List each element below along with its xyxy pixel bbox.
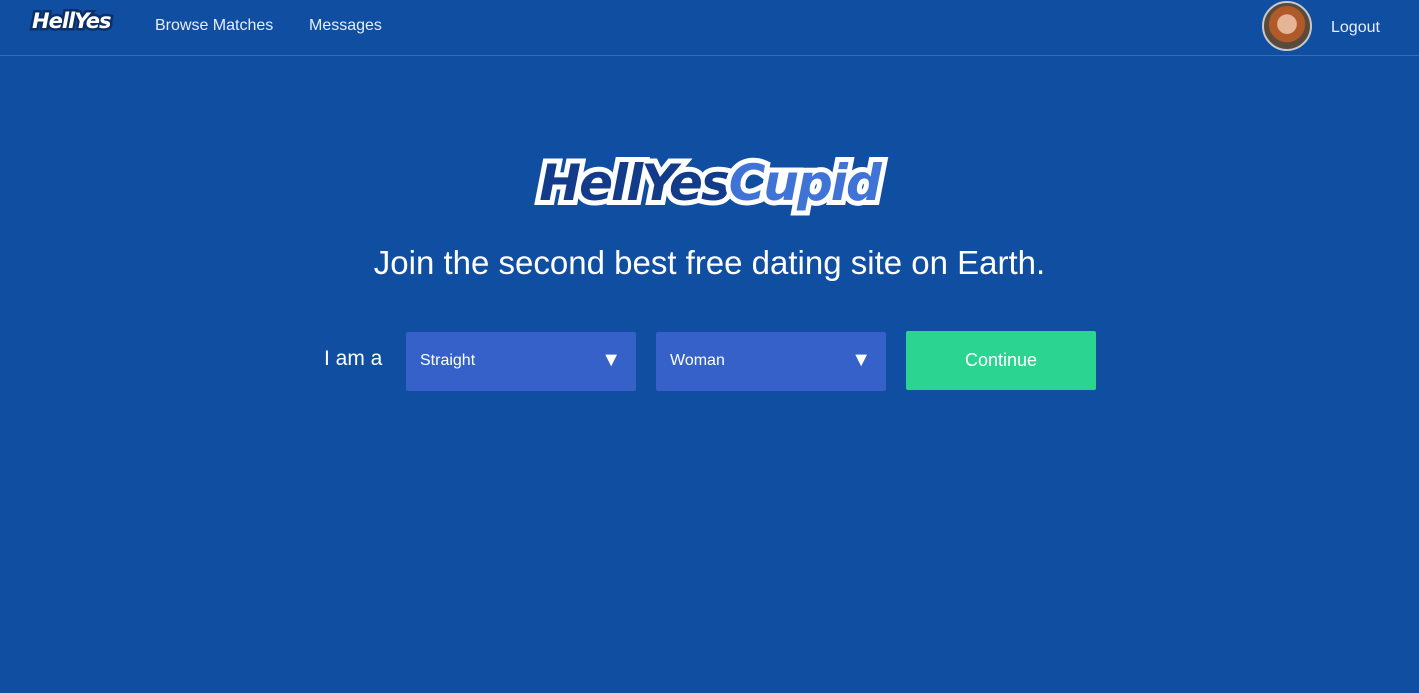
gender-select[interactable]: Woman ▼ xyxy=(656,332,886,391)
caret-down-icon: ▼ xyxy=(601,349,621,371)
nav-browse-matches-link[interactable]: Browse Matches xyxy=(155,17,273,35)
hero-logo: HellYesCupid xyxy=(0,149,1419,217)
i-am-a-label: I am a xyxy=(324,347,383,370)
top-navbar: HellYes Browse Matches Messages Logout xyxy=(0,0,1419,56)
user-avatar[interactable] xyxy=(1262,1,1312,51)
logout-link[interactable]: Logout xyxy=(1331,19,1380,37)
hero-logo-hellyes: HellYes xyxy=(534,149,735,217)
signup-form: I am a Straight ▼ Woman ▼ Continue xyxy=(0,331,1419,391)
nav-logo[interactable]: HellYes xyxy=(29,7,114,36)
hero-logo-cupid: Cupid xyxy=(724,149,887,217)
orientation-value: Straight xyxy=(420,352,476,369)
orientation-select[interactable]: Straight ▼ xyxy=(406,332,636,391)
gender-value: Woman xyxy=(670,352,725,369)
nav-messages-link[interactable]: Messages xyxy=(309,17,382,35)
tagline: Join the second best free dating site on… xyxy=(373,244,1046,281)
caret-down-icon: ▼ xyxy=(851,349,871,371)
continue-button[interactable]: Continue xyxy=(906,331,1096,390)
